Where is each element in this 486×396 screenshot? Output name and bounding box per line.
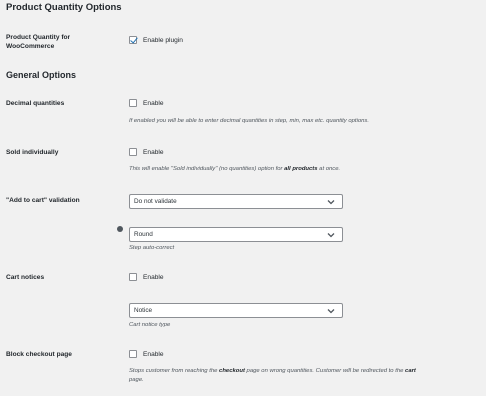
sold-individually-desc-post: at once. bbox=[317, 166, 341, 172]
cart-notice-type-value: Notice bbox=[134, 307, 153, 314]
checkbox-icon[interactable] bbox=[129, 148, 137, 156]
block-checkout-checkbox[interactable]: Enable bbox=[129, 350, 164, 358]
cart-notices-label: Cart notices bbox=[6, 274, 45, 281]
add-to-cart-validation-label: "Add to cart" validation bbox=[6, 197, 80, 204]
page-title: Product Quantity Options bbox=[6, 2, 122, 13]
step-auto-correct-description: Step auto-correct bbox=[129, 245, 175, 251]
block-checkout-desc-line2: page. bbox=[129, 377, 144, 383]
sold-individually-desc-pre: This will enable "Sold individually" (no… bbox=[129, 166, 285, 172]
block-checkout-desc-bold2: cart bbox=[405, 368, 416, 374]
block-checkout-desc-bold1: checkout bbox=[219, 368, 245, 374]
plugin-label-line1: Product Quantity for bbox=[6, 34, 71, 41]
checkbox-icon[interactable] bbox=[129, 36, 137, 44]
cart-notices-checkbox[interactable]: Enable bbox=[129, 273, 164, 281]
help-icon[interactable] bbox=[117, 226, 123, 232]
decimal-quantities-checkbox[interactable]: Enable bbox=[129, 99, 164, 107]
add-to-cart-validation-value: Do not validate bbox=[134, 198, 177, 205]
block-checkout-description: Stops customer from reaching the checkou… bbox=[129, 367, 484, 385]
decimal-quantities-label: Decimal quantities bbox=[6, 100, 65, 107]
plugin-label: Product Quantity for WooCommerce bbox=[6, 33, 70, 51]
add-to-cart-validation-select[interactable]: Do not validate bbox=[129, 194, 343, 209]
cart-notices-enable-label: Enable bbox=[143, 273, 164, 281]
general-options-title: General Options bbox=[6, 70, 77, 80]
decimal-quantities-description: If enabled you will be able to enter dec… bbox=[129, 118, 370, 124]
block-checkout-label: Block checkout page bbox=[6, 351, 72, 358]
chevron-down-icon bbox=[327, 232, 335, 237]
sold-individually-description: This will enable "Sold individually" (no… bbox=[129, 165, 479, 174]
checkbox-icon[interactable] bbox=[129, 350, 137, 358]
chevron-down-icon bbox=[327, 308, 335, 313]
block-checkout-desc-mid: page on wrong quantities. Customer will … bbox=[244, 368, 406, 374]
chevron-down-icon bbox=[327, 199, 335, 204]
plugin-label-line2: WooCommerce bbox=[6, 43, 55, 50]
sold-individually-label: Sold individually bbox=[6, 149, 59, 156]
cart-notice-type-select[interactable]: Notice bbox=[129, 303, 343, 318]
sold-individually-checkbox[interactable]: Enable bbox=[129, 148, 164, 156]
cart-notice-type-description: Cart notice type bbox=[129, 322, 171, 328]
enable-plugin-checkbox[interactable]: Enable plugin bbox=[129, 36, 183, 44]
block-checkout-desc-pre: Stops customer from reaching the bbox=[129, 368, 220, 374]
decimal-enable-label: Enable bbox=[143, 99, 164, 107]
checkbox-icon[interactable] bbox=[129, 99, 137, 107]
enable-plugin-label: Enable plugin bbox=[143, 36, 183, 44]
block-checkout-enable-label: Enable bbox=[143, 350, 164, 358]
step-auto-correct-select[interactable]: Round bbox=[129, 227, 343, 242]
sold-individually-desc-bold: all products bbox=[284, 166, 318, 172]
sold-individually-enable-label: Enable bbox=[143, 148, 164, 156]
checkbox-icon[interactable] bbox=[129, 273, 137, 281]
step-auto-correct-value: Round bbox=[134, 231, 153, 238]
